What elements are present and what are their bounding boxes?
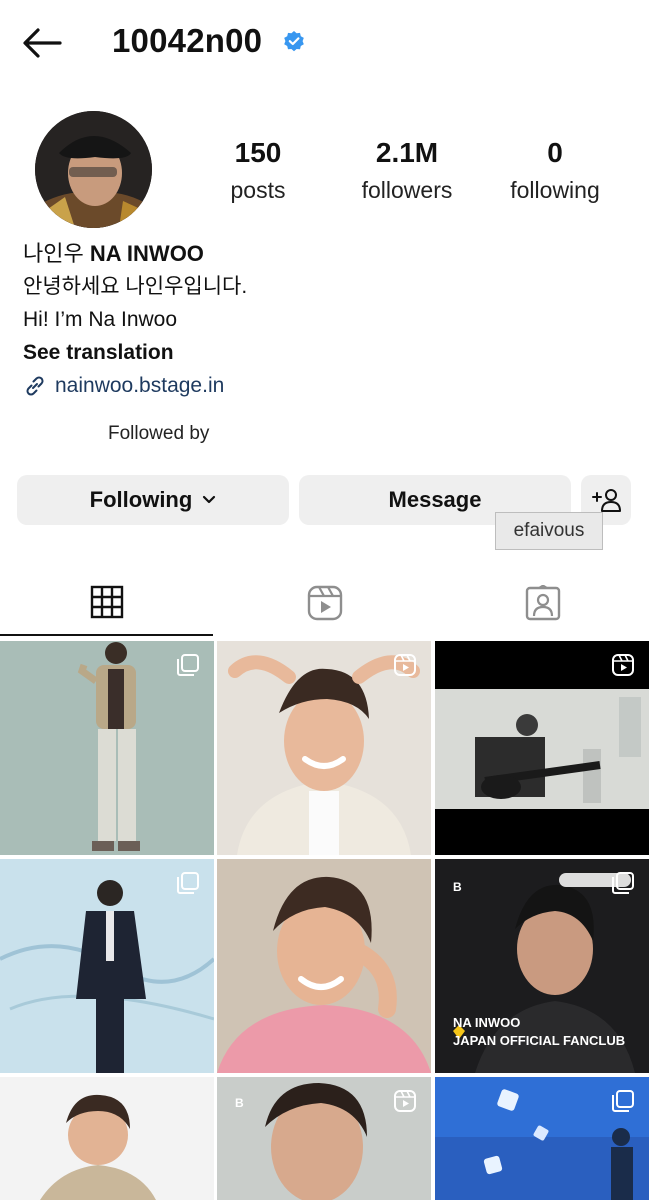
- link-icon: [26, 376, 44, 396]
- stat-posts[interactable]: 150 posts: [208, 136, 308, 210]
- post-image: [217, 859, 431, 1073]
- svg-text:B: B: [235, 1096, 244, 1110]
- tab-posts-grid[interactable]: [0, 570, 213, 636]
- bio-link[interactable]: nainwoo.bstage.in: [23, 370, 623, 402]
- stat-following[interactable]: 0 following: [495, 136, 615, 210]
- stat-followers[interactable]: 2.1M followers: [344, 136, 470, 210]
- reel-icon: [612, 654, 634, 676]
- tagged-person-icon: [525, 585, 560, 621]
- add-user-icon: [592, 489, 621, 512]
- post-thumbnail[interactable]: [435, 641, 649, 855]
- bio-line-english: Hi! I’m Na Inwoo: [23, 308, 178, 331]
- following-button[interactable]: Following: [17, 475, 289, 525]
- posts-count: 150: [234, 137, 282, 168]
- post-thumbnail[interactable]: [0, 641, 214, 855]
- see-translation-link[interactable]: See translation: [23, 336, 623, 369]
- arrow-left-icon: [23, 28, 62, 58]
- post-image: [0, 1077, 214, 1200]
- profile-bio: 나인우 NA INWOO 안녕하세요 나인우입니다. Hi! I’m Na In…: [23, 238, 623, 402]
- svg-text:B: B: [453, 880, 462, 894]
- followed-by-text[interactable]: Followed by: [108, 423, 209, 445]
- carousel-icon: [612, 1090, 634, 1112]
- verified-badge-icon: [284, 31, 304, 52]
- profile-avatar[interactable]: [35, 111, 152, 228]
- carousel-icon: [177, 654, 199, 676]
- post-caption-line1: NA INWOO: [453, 1015, 521, 1030]
- post-thumbnail[interactable]: [217, 641, 431, 855]
- profile-tabs: [0, 570, 649, 636]
- post-thumbnail[interactable]: [0, 859, 214, 1073]
- carousel-icon: [177, 872, 199, 894]
- bio-line-korean: 안녕하세요 나인우입니다.: [23, 275, 248, 298]
- post-thumbnail[interactable]: [435, 1077, 649, 1200]
- back-button[interactable]: [20, 24, 64, 62]
- reels-icon: [307, 585, 342, 621]
- profile-username: 10042n00: [112, 22, 263, 59]
- chevron-down-icon: [203, 495, 216, 504]
- grid-icon: [90, 585, 123, 619]
- post-caption: NA INWOO JAPAN OFFICIAL FANCLUB: [453, 1014, 625, 1050]
- following-label: following: [510, 177, 600, 203]
- reel-icon: [394, 1090, 416, 1112]
- post-thumbnail[interactable]: B: [217, 1077, 431, 1200]
- bio-display-name: 나인우 NA INWOO: [23, 238, 623, 270]
- bio-name-korean: 나인우: [23, 241, 84, 266]
- following-button-label: Following: [89, 487, 193, 512]
- tab-reels[interactable]: [218, 570, 431, 636]
- post-thumbnail[interactable]: B NA INWOO JAPAN OFFICIAL FANCLUB: [435, 859, 649, 1073]
- avatar-image: [35, 111, 152, 228]
- reel-icon: [394, 654, 416, 676]
- followers-count: 2.1M: [375, 137, 439, 168]
- tooltip: efaivous: [495, 512, 603, 550]
- following-count: 0: [547, 137, 563, 168]
- post-caption-line2: JAPAN OFFICIAL FANCLUB: [453, 1033, 626, 1048]
- followers-label: followers: [361, 177, 453, 203]
- post-thumbnail[interactable]: [217, 859, 431, 1073]
- posts-label: posts: [230, 177, 286, 203]
- message-button-label: Message: [388, 487, 482, 512]
- tab-tagged[interactable]: [436, 570, 649, 636]
- carousel-icon: [612, 872, 634, 894]
- post-thumbnail[interactable]: [0, 1077, 214, 1200]
- top-bar: 10042n00: [0, 0, 649, 86]
- bio-link-text: nainwoo.bstage.in: [55, 374, 225, 397]
- bio-name-english: NA INWOO: [89, 241, 204, 266]
